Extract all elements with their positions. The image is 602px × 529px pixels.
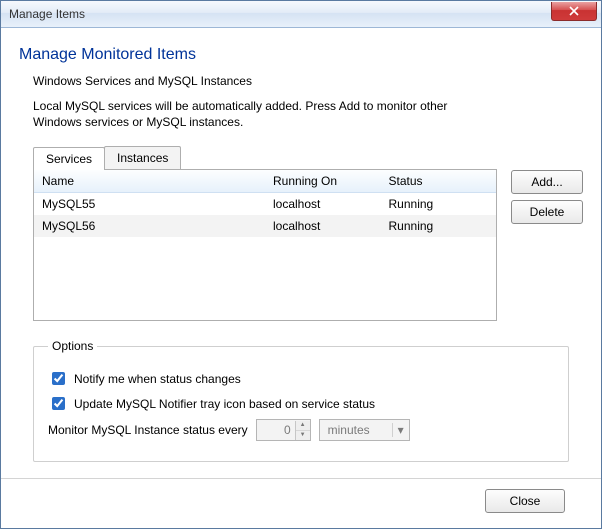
tab-strip: Services Instances — [33, 146, 497, 169]
notify-label: Notify me when status changes — [74, 372, 241, 386]
items-tab-panel: Services Instances Name Running On Statu… — [33, 146, 497, 321]
table-row[interactable]: MySQL55 localhost Running — [34, 193, 496, 216]
page-description: Local MySQL services will be automatical… — [33, 98, 463, 130]
dialog-body: Manage Monitored Items Windows Services … — [1, 28, 601, 528]
delete-button[interactable]: Delete — [511, 200, 583, 224]
col-status[interactable]: Status — [381, 170, 497, 193]
titlebar: Manage Items — [1, 1, 601, 28]
col-running-on[interactable]: Running On — [265, 170, 381, 193]
options-legend: Options — [48, 339, 97, 353]
update-tray-label: Update MySQL Notifier tray icon based on… — [74, 397, 375, 411]
services-list: Name Running On Status MySQL55 localhost… — [33, 169, 497, 321]
spinner-down-icon[interactable]: ▼ — [296, 431, 310, 440]
chevron-down-icon: ▾ — [392, 423, 409, 437]
window-close-button[interactable] — [551, 2, 597, 21]
update-tray-checkbox[interactable] — [52, 397, 65, 410]
side-buttons: Add... Delete — [511, 170, 583, 321]
cell-name: MySQL55 — [34, 193, 265, 216]
page-subheading: Windows Services and MySQL Instances — [33, 74, 583, 88]
options-group: Options Notify me when status changes Up… — [33, 339, 569, 462]
window-title: Manage Items — [9, 7, 85, 21]
tab-services[interactable]: Services — [33, 147, 105, 170]
close-button[interactable]: Close — [485, 489, 565, 513]
notify-checkbox[interactable] — [52, 372, 65, 385]
monitor-interval-input[interactable] — [257, 423, 295, 437]
manage-items-dialog: Manage Items Manage Monitored Items Wind… — [0, 0, 602, 529]
monitor-unit-value: minutes — [320, 423, 392, 437]
close-icon — [569, 6, 579, 16]
spinner-buttons[interactable]: ▲ ▼ — [295, 421, 310, 440]
cell-running-on: localhost — [265, 215, 381, 237]
cell-status: Running — [381, 193, 497, 216]
table-row[interactable]: MySQL56 localhost Running — [34, 215, 496, 237]
tab-instances[interactable]: Instances — [104, 146, 181, 169]
add-button[interactable]: Add... — [511, 170, 583, 194]
cell-name: MySQL56 — [34, 215, 265, 237]
col-name[interactable]: Name — [34, 170, 265, 193]
services-table: Name Running On Status MySQL55 localhost… — [34, 170, 496, 237]
monitor-unit-combo[interactable]: minutes ▾ — [319, 419, 410, 441]
monitor-interval-label: Monitor MySQL Instance status every — [48, 423, 248, 437]
monitor-interval-spinner[interactable]: ▲ ▼ — [256, 419, 311, 441]
cell-status: Running — [381, 215, 497, 237]
cell-running-on: localhost — [265, 193, 381, 216]
spinner-up-icon[interactable]: ▲ — [296, 421, 310, 431]
dialog-footer: Close — [19, 479, 583, 525]
page-heading: Manage Monitored Items — [19, 46, 583, 64]
